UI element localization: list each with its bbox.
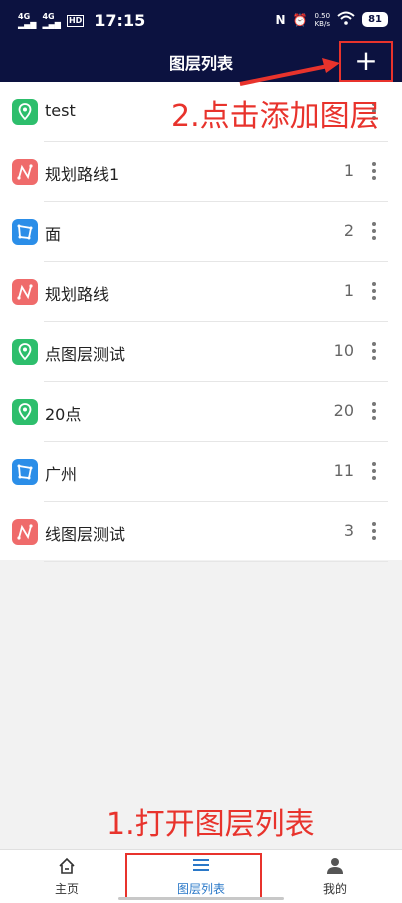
layer-row[interactable]: 规划路线 1 (0, 262, 402, 322)
point-layer-icon (12, 399, 38, 425)
battery-icon: 81 (362, 12, 388, 27)
layer-list: test 规划路线1 1 面 2 规划路线 1 点图层测试 10 20点 20 广州 11 线图层测试 3 (0, 82, 402, 562)
clock: 17:15 (94, 11, 146, 30)
layer-name: test (45, 101, 76, 120)
line-layer-icon (12, 159, 38, 185)
layer-name: 面 (45, 225, 62, 244)
more-options-icon[interactable] (370, 160, 378, 184)
layer-name: 广州 (45, 465, 78, 484)
layer-name: 点图层测试 (45, 345, 126, 364)
row-divider (44, 561, 388, 562)
net-speed: 0.50 KB/s (314, 11, 331, 28)
tab-mine-label: 我的 (322, 882, 347, 896)
more-options-icon[interactable] (370, 220, 378, 244)
layer-count: 1 (343, 281, 354, 300)
signal-icon-2: 4G ▂▄▆ (42, 11, 61, 29)
annotation-step1: 1.打开图层列表 (106, 807, 315, 842)
polygon-layer-icon (12, 219, 38, 245)
status-right: N ⏰ 0.50 KB/s 81 (275, 11, 388, 28)
point-layer-icon (12, 339, 38, 365)
person-icon (268, 857, 402, 877)
layer-row[interactable]: 点图层测试 10 (0, 322, 402, 382)
layer-name: 线图层测试 (45, 525, 126, 544)
layer-count: 20 (333, 401, 354, 420)
annotation-arrow (239, 58, 340, 86)
layer-count: 2 (343, 221, 354, 240)
annotation-step2: 2.点击添加图层 (171, 99, 380, 134)
home-indicator[interactable] (118, 897, 284, 900)
hd-icon: HD (66, 14, 85, 27)
layer-count: 10 (333, 341, 354, 360)
layer-name: 20点 (45, 405, 82, 424)
home-icon (0, 857, 134, 877)
layer-count: 1 (343, 161, 354, 180)
more-options-icon[interactable] (370, 520, 378, 544)
layer-count: 11 (333, 461, 354, 480)
layer-row[interactable]: 规划路线1 1 (0, 142, 402, 202)
line-layer-icon (12, 519, 38, 545)
layer-name: 规划路线 (45, 285, 110, 304)
layer-row[interactable]: 广州 11 (0, 442, 402, 502)
polygon-layer-icon (12, 459, 38, 485)
layer-name: 规划路线1 (45, 165, 120, 184)
more-options-icon[interactable] (370, 460, 378, 484)
alarm-icon: ⏰ (292, 12, 308, 27)
tab-highlight-box (125, 853, 262, 899)
layer-row[interactable]: 线图层测试 3 (0, 502, 402, 562)
more-options-icon[interactable] (370, 280, 378, 304)
signal-icon: 4G ▂▄▆ (18, 11, 37, 29)
point-layer-icon (12, 99, 38, 125)
layer-count: 3 (343, 521, 354, 540)
layer-row[interactable]: 面2 (0, 202, 402, 262)
nfc-icon: N (275, 12, 286, 27)
more-options-icon[interactable] (370, 340, 378, 364)
add-layer-button[interactable]: + (339, 41, 393, 82)
tab-mine[interactable]: 我的 (268, 850, 402, 903)
status-left: 4G ▂▄▆ 4G ▂▄▆ HD 17:15 (18, 11, 145, 30)
tab-home-label: 主页 (54, 882, 79, 896)
status-bar: 4G ▂▄▆ 4G ▂▄▆ HD 17:15 N ⏰ 0.50 KB/s 81 (0, 0, 402, 40)
more-options-icon[interactable] (370, 400, 378, 424)
wifi-icon (337, 11, 355, 28)
line-layer-icon (12, 279, 38, 305)
tab-home[interactable]: 主页 (0, 850, 134, 903)
layer-row[interactable]: 20点 20 (0, 382, 402, 442)
